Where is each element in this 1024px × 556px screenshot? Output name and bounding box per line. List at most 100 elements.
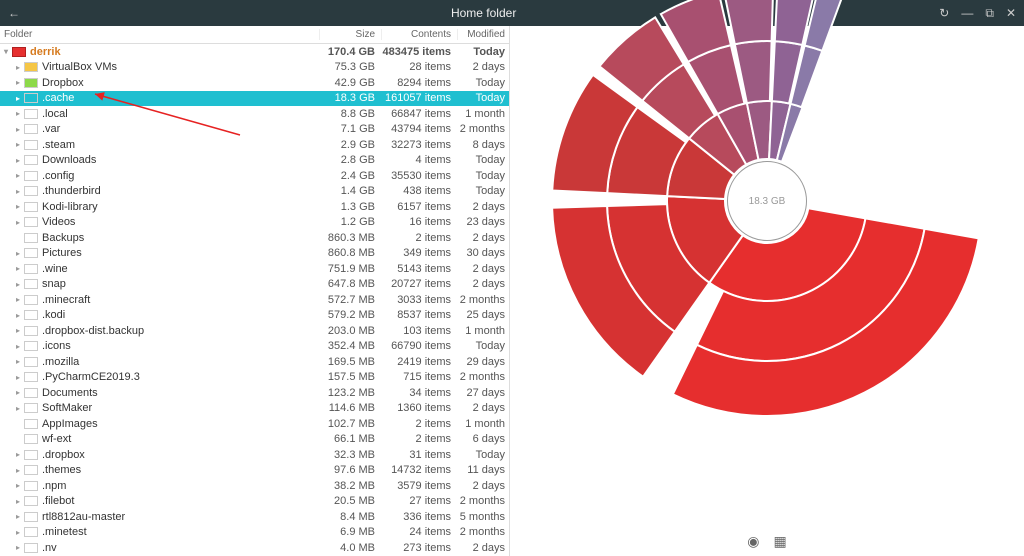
tree-row[interactable]: ▸.filebot20.5 MB27 items2 months — [0, 494, 509, 510]
tree-row[interactable]: ▸Documents123.2 MB34 items27 days — [0, 385, 509, 401]
folder-name: VirtualBox VMs — [42, 61, 319, 73]
folder-tree[interactable]: ▾derrik170.4 GB483475 itemsToday ▸ Virtual… — [0, 44, 509, 556]
tree-row[interactable]: ▸.config2.4 GB35530 itemsToday — [0, 168, 509, 184]
folder-contents: 8537 items — [381, 309, 457, 321]
expand-icon[interactable]: ▸ — [12, 280, 24, 289]
tree-row[interactable]: wf-ext66.1 MB2 items6 days — [0, 432, 509, 448]
expand-icon[interactable]: ▸ — [12, 543, 24, 552]
color-swatch — [24, 264, 38, 274]
expand-icon[interactable]: ▸ — [12, 326, 24, 335]
tree-row[interactable]: ▸.wine751.9 MB5143 items2 days — [0, 261, 509, 277]
expand-icon[interactable]: ▸ — [12, 342, 24, 351]
sunburst-segment[interactable] — [724, 0, 773, 44]
tree-row[interactable]: ▸Kodi-library1.3 GB6157 items2 days — [0, 199, 509, 215]
header-modified[interactable]: Modified — [457, 29, 509, 40]
folder-size: 751.9 MB — [319, 263, 381, 275]
expand-icon[interactable]: ▸ — [12, 156, 24, 165]
folder-name: Backups — [42, 232, 319, 244]
expand-icon[interactable]: ▸ — [12, 404, 24, 413]
expand-icon[interactable]: ▸ — [12, 249, 24, 258]
folder-modified: 1 month — [457, 418, 509, 430]
expand-icon[interactable]: ▸ — [12, 125, 24, 134]
expand-icon[interactable]: ▸ — [12, 295, 24, 304]
folder-contents: 34 items — [381, 387, 457, 399]
tree-row[interactable]: ▸.cache18.3 GB161057 itemsToday — [0, 91, 509, 107]
tree-row[interactable]: ▸Dropbox42.9 GB8294 itemsToday — [0, 75, 509, 91]
expand-icon[interactable]: ▸ — [12, 264, 24, 273]
color-swatch — [24, 109, 38, 119]
expand-icon[interactable]: ▸ — [12, 311, 24, 320]
folder-name: .minetest — [42, 526, 319, 538]
expand-icon[interactable]: ▸ — [12, 63, 24, 72]
expand-icon[interactable]: ▸ — [12, 171, 24, 180]
folder-contents: 715 items — [381, 371, 457, 383]
expand-icon[interactable]: ▸ — [12, 187, 24, 196]
tree-row[interactable]: ▸.steam2.9 GB32273 items8 days — [0, 137, 509, 153]
expand-icon[interactable]: ▸ — [12, 373, 24, 382]
tree-row[interactable]: AppImages102.7 MB2 items1 month — [0, 416, 509, 432]
minimize-icon[interactable]: — — [961, 6, 973, 21]
tree-row[interactable]: ▸.PyCharmCE2019.3157.5 MB715 items2 mont… — [0, 370, 509, 386]
tree-row[interactable]: ▸.dropbox-dist.backup203.0 MB103 items1 … — [0, 323, 509, 339]
folder-name: snap — [42, 278, 319, 290]
expand-icon[interactable]: ▸ — [12, 528, 24, 537]
expand-icon[interactable]: ▸ — [12, 481, 24, 490]
tree-row[interactable]: ▸.kodi579.2 MB8537 items25 days — [0, 308, 509, 324]
tree-row[interactable]: ▸SoftMaker114.6 MB1360 items2 days — [0, 401, 509, 417]
expand-icon[interactable]: ▸ — [12, 140, 24, 149]
titlebar: ← Home folder ↻ — ⧉ ✕ — [0, 0, 1024, 26]
tree-row[interactable]: ▸Pictures860.8 MB349 items30 days — [0, 246, 509, 262]
expand-icon[interactable]: ▾ — [0, 47, 12, 56]
folder-contents: 2 items — [381, 418, 457, 430]
expand-icon[interactable]: ▸ — [12, 109, 24, 118]
treemap-view-icon[interactable]: ▦ — [773, 533, 786, 550]
expand-icon[interactable]: ▸ — [12, 512, 24, 521]
folder-contents: 2419 items — [381, 356, 457, 368]
tree-row[interactable]: ▸snap647.8 MB20727 items2 days — [0, 277, 509, 293]
folder-size: 42.9 GB — [319, 77, 381, 89]
expand-icon[interactable]: ▸ — [12, 450, 24, 459]
expand-icon[interactable]: ▸ — [12, 357, 24, 366]
color-swatch — [24, 388, 38, 398]
rings-view-icon[interactable]: ◉ — [747, 533, 759, 550]
expand-icon[interactable]: ▸ — [12, 466, 24, 475]
sunburst-chart[interactable]: 18.3 GB — [577, 101, 957, 481]
expand-icon[interactable]: ▸ — [12, 497, 24, 506]
expand-icon[interactable]: ▸ — [12, 388, 24, 397]
chart-center-label[interactable]: 18.3 GB — [727, 161, 807, 241]
tree-row[interactable]: ▸.minetest6.9 MB24 items2 months — [0, 525, 509, 541]
close-icon[interactable]: ✕ — [1006, 6, 1016, 21]
header-size[interactable]: Size — [319, 29, 381, 40]
tree-row[interactable]: ▸.local8.8 GB66847 items1 month — [0, 106, 509, 122]
tree-row[interactable]: ▸Videos1.2 GB16 items23 days — [0, 215, 509, 231]
tree-row[interactable]: ▸VirtualBox VMs75.3 GB28 items2 days — [0, 60, 509, 76]
expand-icon[interactable]: ▸ — [12, 202, 24, 211]
folder-contents: 2 items — [381, 433, 457, 445]
tree-row[interactable]: ▸rtl8812au-master8.4 MB336 items5 months — [0, 509, 509, 525]
color-swatch — [24, 124, 38, 134]
tree-row[interactable]: ▸Downloads2.8 GB4 itemsToday — [0, 153, 509, 169]
tree-row[interactable]: ▸.nv4.0 MB273 items2 days — [0, 540, 509, 556]
folder-modified: 5 months — [457, 511, 509, 523]
expand-icon[interactable]: ▸ — [12, 218, 24, 227]
tree-row[interactable]: ▸.themes97.6 MB14732 items11 days — [0, 463, 509, 479]
back-button[interactable]: ← — [8, 6, 28, 20]
restore-icon[interactable]: ⧉ — [985, 6, 994, 21]
header-folder[interactable]: Folder — [0, 29, 319, 40]
expand-icon[interactable]: ▸ — [12, 78, 24, 87]
tree-row[interactable]: ▸.var7.1 GB43794 items2 months — [0, 122, 509, 138]
tree-row[interactable]: ▸.thunderbird1.4 GB438 itemsToday — [0, 184, 509, 200]
tree-row[interactable]: ▸.dropbox32.3 MB31 itemsToday — [0, 447, 509, 463]
header-contents[interactable]: Contents — [381, 29, 457, 40]
tree-row[interactable]: ▸.mozilla169.5 MB2419 items29 days — [0, 354, 509, 370]
tree-row[interactable]: ▸.minecraft572.7 MB3033 items2 months — [0, 292, 509, 308]
color-swatch — [24, 78, 38, 88]
column-headers[interactable]: Folder Size Contents Modified — [0, 26, 509, 44]
expand-icon[interactable]: ▸ — [12, 94, 24, 103]
refresh-icon[interactable]: ↻ — [939, 6, 949, 21]
folder-name: .config — [42, 170, 319, 182]
tree-row[interactable]: ▸.icons352.4 MB66790 itemsToday — [0, 339, 509, 355]
tree-row[interactable]: ▸.npm38.2 MB3579 items2 days — [0, 478, 509, 494]
tree-row[interactable]: ▾derrik170.4 GB483475 itemsToday — [0, 44, 509, 60]
tree-row[interactable]: Backups860.3 MB2 items2 days — [0, 230, 509, 246]
